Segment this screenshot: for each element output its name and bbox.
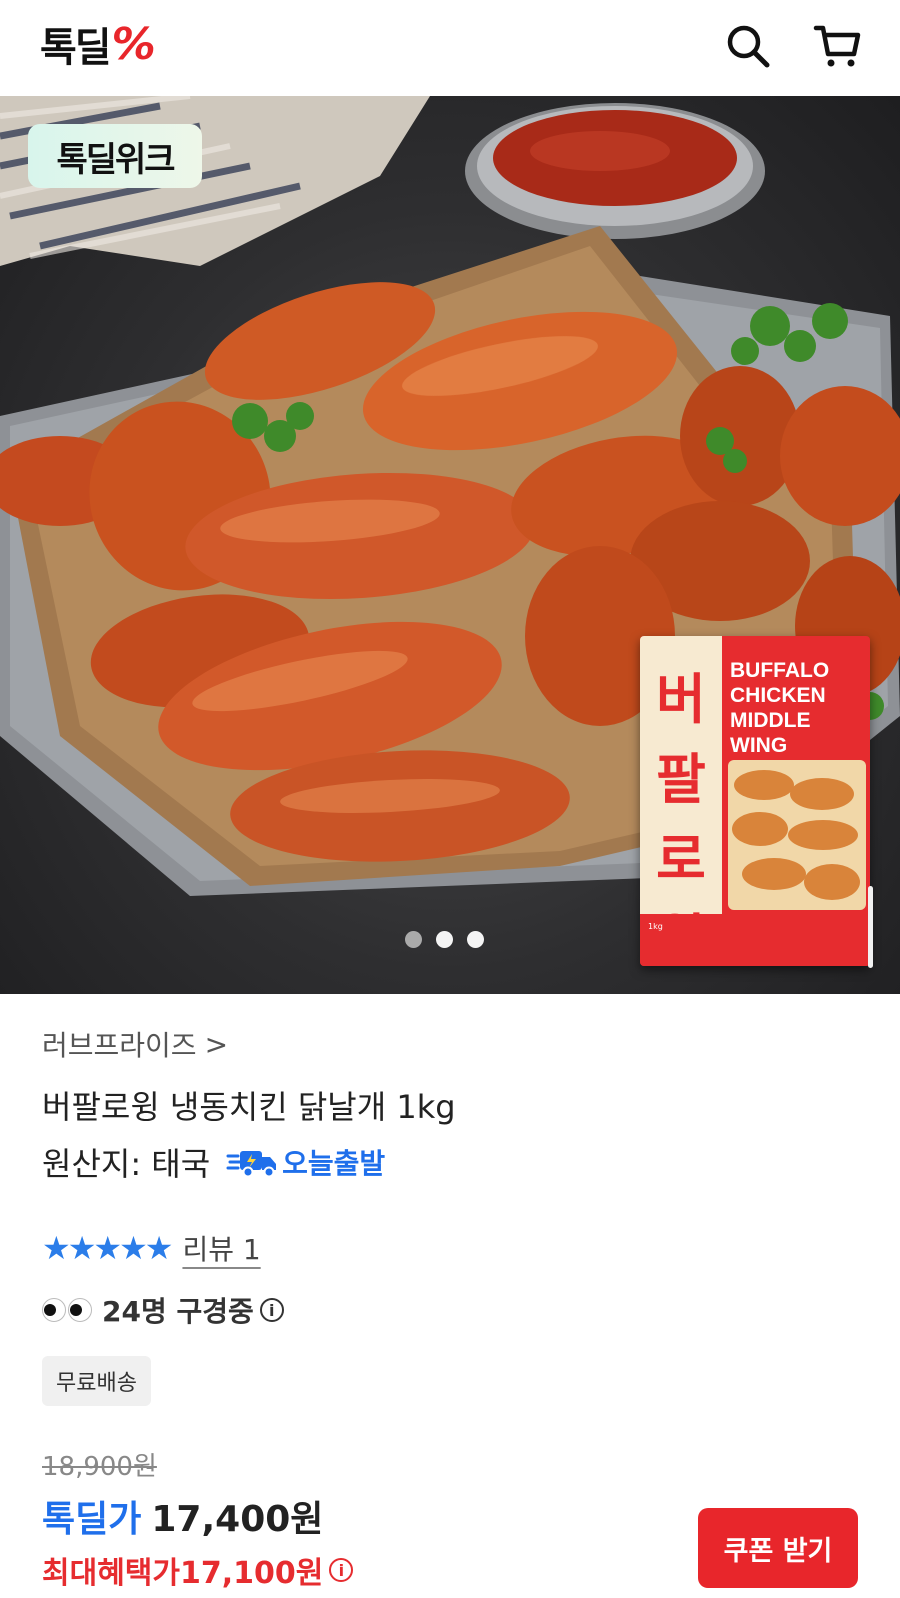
package-title-line: BUFFALO [730, 659, 830, 682]
deal-price-row: 톡딜가 17,400원 [42, 1490, 323, 1542]
package-photo [728, 760, 866, 910]
logo-mark: % [111, 18, 156, 70]
info-icon[interactable]: i [329, 1558, 354, 1582]
today-shipping-label: 오늘출발 [282, 1147, 386, 1180]
seller-link[interactable]: 러브프라이즈 > [42, 1024, 228, 1064]
app-header: 톡딜 % [0, 0, 900, 96]
star-rating: ★★★★★ [42, 1229, 173, 1267]
carousel-dot[interactable] [405, 931, 422, 948]
package-title-line: CHICKEN [730, 684, 826, 707]
package-title: BUFFALO CHICKEN MIDDLE WING [730, 658, 870, 758]
package-left-panel: 버팔로윙 [640, 636, 722, 966]
product-title: 버팔로윙 냉동치킨 닭날개 1kg [42, 1088, 456, 1126]
package-title-line: WING [730, 734, 788, 757]
chevron-right-icon: > [204, 1027, 229, 1061]
get-coupon-button[interactable]: 쿠폰 받기 [698, 1508, 858, 1588]
origin-label: 원산지: 태국 [42, 1145, 211, 1183]
rating-row: ★★★★★ 리뷰 1 [42, 1228, 261, 1268]
original-price: 18,900원 [42, 1452, 157, 1482]
max-benefit-row: 최대혜택가 17,100원 i [42, 1548, 354, 1592]
carousel-dot-active[interactable] [436, 931, 453, 948]
eyes-icon [42, 1298, 92, 1322]
deal-price: 17,400원 [151, 1499, 324, 1540]
cart-icon[interactable] [812, 20, 864, 72]
viewers-row: 24명 구경중 i [42, 1290, 284, 1330]
scrollbar[interactable] [868, 886, 873, 968]
deal-price-label: 톡딜가 [42, 1499, 142, 1540]
viewers-count: 24명 구경중 [102, 1295, 254, 1328]
brand-logo[interactable]: 톡딜 % [40, 18, 156, 72]
review-link[interactable]: 리뷰 1 [182, 1228, 260, 1268]
package-title-line: MIDDLE [730, 709, 811, 732]
promo-badge: 톡딜위크 [28, 124, 202, 188]
product-image-carousel[interactable]: 톡딜위크 버팔로윙 BUFFALO CHICKEN MIDDLE WING 1k… [0, 96, 900, 994]
max-benefit-label: 최대혜택가 [42, 1556, 180, 1591]
max-benefit-price: 17,100원 [180, 1556, 324, 1591]
search-icon[interactable] [722, 20, 774, 72]
info-icon[interactable]: i [259, 1298, 284, 1322]
carousel-indicator [405, 931, 484, 948]
product-package: 버팔로윙 BUFFALO CHICKEN MIDDLE WING 1kg [640, 636, 870, 966]
logo-text: 톡딜 [40, 25, 112, 71]
seller-name: 러브프라이즈 [42, 1029, 197, 1062]
free-shipping-tag: 무료배송 [42, 1356, 151, 1406]
origin-row: 원산지: 태국 오늘출발 [42, 1140, 385, 1184]
package-weight: 1kg [648, 922, 663, 931]
package-footer: 1kg [640, 914, 870, 966]
today-shipping-badge: 오늘출발 [226, 1142, 385, 1182]
delivery-truck-icon [226, 1151, 277, 1178]
carousel-dot[interactable] [467, 931, 484, 948]
